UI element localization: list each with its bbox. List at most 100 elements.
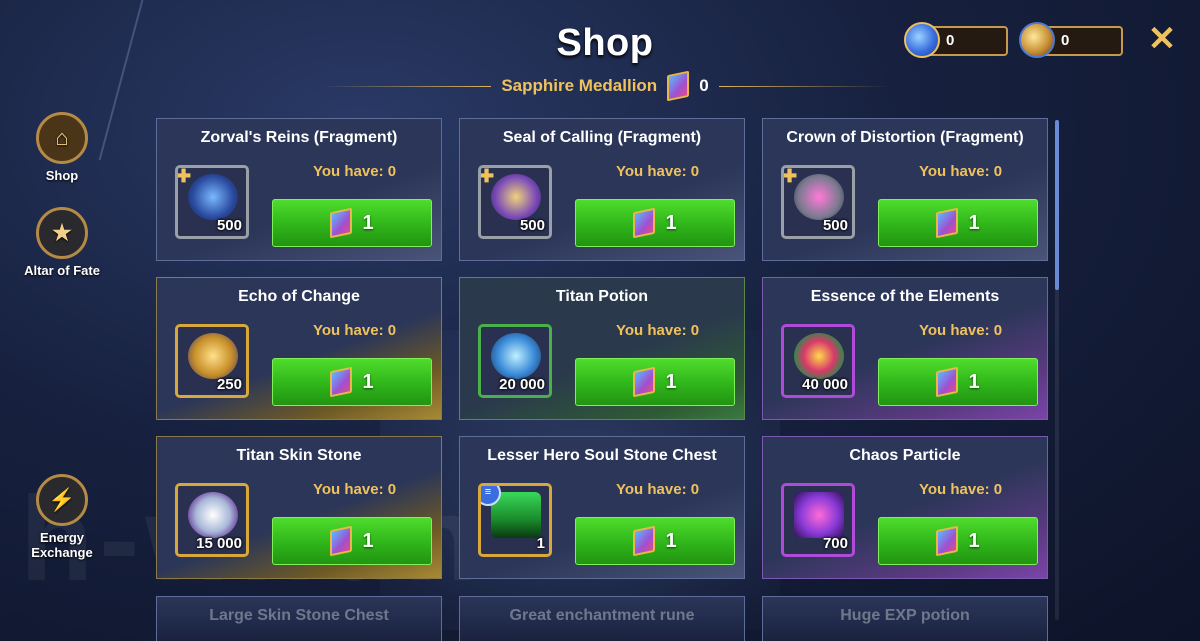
resource-counter-blue[interactable]: 0 — [904, 22, 1008, 58]
currency-count: 0 — [699, 76, 709, 95]
item-name: Titan Potion — [555, 288, 649, 305]
item-name: Huge EXP potion — [840, 607, 970, 624]
blue-gem-icon — [904, 22, 940, 58]
item-slot[interactable]: 20 000 — [478, 324, 552, 398]
item-slot[interactable]: 700 — [781, 483, 855, 557]
price: 1 — [665, 211, 677, 234]
item-slot[interactable]: ✚ 500 — [781, 165, 855, 239]
shop-item-card: Titan Skin Stone 15 000 You have: 0 1 — [156, 436, 442, 579]
shop-item-card: Chaos Particle 700 You have: 0 1 — [762, 436, 1048, 579]
buy-button[interactable]: 1 — [272, 199, 432, 247]
item-name: Zorval's Reins (Fragment) — [200, 129, 398, 146]
item-name: Large Skin Stone Chest — [209, 607, 389, 624]
item-name: Crown of Distortion (Fragment) — [786, 129, 1024, 146]
owned-count: You have: 0 — [919, 481, 1003, 498]
sidebar-item-label: Altar of Fate — [24, 263, 100, 278]
item-name: Lesser Hero Soul Stone Chest — [487, 447, 717, 464]
item-quantity: 20 000 — [499, 376, 545, 393]
gold-emblem-icon — [1019, 22, 1055, 58]
price: 1 — [968, 211, 980, 234]
skin-stone-icon — [188, 492, 238, 538]
chaos-cube-icon — [794, 492, 844, 538]
buy-button[interactable]: 1 — [272, 517, 432, 565]
price: 1 — [968, 370, 980, 393]
fragment-plus-icon: ✚ — [176, 166, 192, 186]
shop-item-card: Lesser Hero Soul Stone Chest ≡ 1 You hav… — [459, 436, 745, 579]
owned-count: You have: 0 — [616, 163, 700, 180]
potion-bottle-icon — [491, 333, 541, 379]
close-button[interactable]: ✕ — [1146, 22, 1178, 56]
sidebar-item-label: Exchange — [31, 545, 93, 560]
owned-count: You have: 0 — [919, 322, 1003, 339]
item-slot[interactable]: 40 000 — [781, 324, 855, 398]
elemental-gems-icon — [794, 333, 844, 379]
price: 1 — [665, 529, 677, 552]
item-quantity: 500 — [216, 217, 242, 234]
owned-count: You have: 0 — [616, 322, 700, 339]
crown-fragment-icon — [794, 174, 844, 220]
item-quantity: 1 — [536, 535, 545, 552]
buy-button[interactable]: 1 — [878, 199, 1038, 247]
shop-item-card-partial: Great enchantment rune — [459, 596, 745, 641]
owned-count: You have: 0 — [313, 322, 397, 339]
sapphire-medallion-icon — [936, 366, 959, 398]
resource-counter-gold[interactable]: 0 — [1019, 22, 1123, 58]
shop-item-card: Echo of Change 250 You have: 0 1 — [156, 277, 442, 420]
buy-button[interactable]: 1 — [272, 358, 432, 406]
item-slot[interactable]: ✚ 500 — [478, 165, 552, 239]
owned-count: You have: 0 — [919, 163, 1003, 180]
item-quantity: 15 000 — [196, 535, 242, 552]
reins-fragment-icon — [188, 174, 238, 220]
item-name: Echo of Change — [238, 288, 360, 305]
item-name: Chaos Particle — [849, 447, 961, 464]
currency-name: Sapphire Medallion — [501, 76, 658, 95]
pentagon-star-icon: ★ — [36, 207, 88, 259]
lightning-exchange-icon: ⚡ — [36, 474, 88, 526]
sapphire-medallion-icon — [936, 207, 959, 239]
scrollbar-thumb[interactable] — [1055, 120, 1059, 290]
item-quantity: 40 000 — [802, 376, 848, 393]
owned-count: You have: 0 — [313, 163, 397, 180]
item-slot[interactable]: ≡ 1 — [478, 483, 552, 557]
price: 1 — [362, 211, 374, 234]
resource-value: 0 — [946, 32, 955, 49]
sidebar-item-label: Shop — [45, 168, 79, 183]
price: 1 — [968, 529, 980, 552]
item-name: Essence of the Elements — [810, 288, 1000, 305]
item-slot[interactable]: 250 — [175, 324, 249, 398]
shop-item-card: Crown of Distortion (Fragment) ✚ 500 You… — [762, 118, 1048, 261]
buy-button[interactable]: 1 — [878, 517, 1038, 565]
resource-value: 0 — [1061, 32, 1070, 49]
sapphire-medallion-icon — [330, 366, 353, 398]
owned-count: You have: 0 — [313, 481, 397, 498]
buy-button[interactable]: 1 — [575, 199, 735, 247]
sidebar-item-shop[interactable]: ⌂ Shop — [20, 112, 104, 183]
item-name: Titan Skin Stone — [236, 447, 362, 464]
sidebar-item-altar[interactable]: ★ Altar of Fate — [20, 207, 104, 278]
shop-icon: ⌂ — [36, 112, 88, 164]
buy-button[interactable]: 1 — [878, 358, 1038, 406]
sapphire-medallion-icon — [330, 525, 353, 557]
sapphire-medallion-icon — [936, 525, 959, 557]
shop-item-card: Seal of Calling (Fragment) ✚ 500 You hav… — [459, 118, 745, 261]
buy-button[interactable]: 1 — [575, 517, 735, 565]
sapphire-medallion-icon — [667, 70, 690, 102]
owned-count: You have: 0 — [616, 481, 700, 498]
item-quantity: 700 — [822, 535, 848, 552]
sapphire-medallion-icon — [330, 207, 353, 239]
item-slot[interactable]: 15 000 — [175, 483, 249, 557]
shop-item-card-partial: Huge EXP potion — [762, 596, 1048, 641]
buy-button[interactable]: 1 — [575, 358, 735, 406]
sidebar-item-energy-exchange[interactable]: ⚡ Energy Exchange — [20, 474, 104, 560]
sidebar-item-label: Energy — [39, 530, 85, 545]
sapphire-medallion-icon — [633, 207, 656, 239]
fragment-plus-icon: ✚ — [782, 166, 798, 186]
item-quantity: 500 — [822, 217, 848, 234]
seal-fragment-icon — [491, 174, 541, 220]
horn-icon — [188, 333, 238, 379]
shop-item-card: Titan Potion 20 000 You have: 0 1 — [459, 277, 745, 420]
item-slot[interactable]: ✚ 500 — [175, 165, 249, 239]
divider — [321, 85, 492, 87]
item-quantity: 250 — [216, 376, 242, 393]
shop-item-card: Zorval's Reins (Fragment) ✚ 500 You have… — [156, 118, 442, 261]
